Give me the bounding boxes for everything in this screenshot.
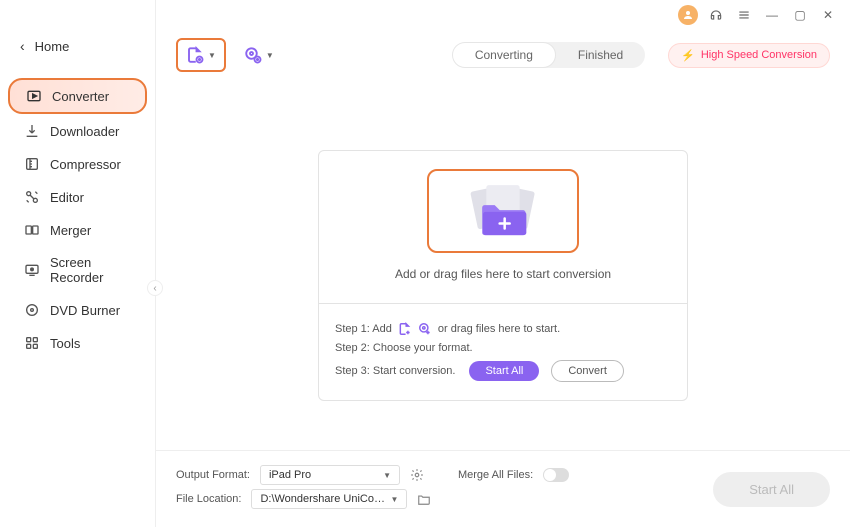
file-location-select[interactable]: D:\Wondershare UniConverter 1 ▼: [251, 489, 407, 509]
open-folder-icon[interactable]: [417, 492, 431, 506]
output-format-label: Output Format:: [176, 469, 250, 481]
chevron-down-icon: ▼: [390, 495, 398, 504]
merge-toggle[interactable]: [543, 468, 569, 482]
output-format-select[interactable]: iPad Pro ▼: [260, 465, 400, 485]
sidebar-item-label: DVD Burner: [50, 303, 120, 318]
drop-zone[interactable]: [427, 169, 579, 253]
add-dvd-icon: [244, 46, 262, 64]
drop-panel: Add or drag files here to start conversi…: [318, 150, 688, 304]
settings-icon[interactable]: [410, 468, 424, 482]
back-icon: ‹: [20, 38, 25, 54]
sidebar-item-label: Compressor: [50, 157, 121, 172]
tab-converting[interactable]: Converting: [452, 42, 556, 68]
dvd-burner-icon: [24, 302, 40, 318]
menu-icon[interactable]: [734, 5, 754, 25]
main-area: — ▢ ✕ ▼ ▼ Converting Finished ⚡ High Spe…: [156, 0, 850, 527]
editor-icon: [24, 189, 40, 205]
lightning-icon: ⚡: [681, 49, 695, 62]
sidebar-item-merger[interactable]: Merger: [8, 214, 147, 246]
add-file-mini-icon[interactable]: [398, 322, 412, 336]
step-3: Step 3: Start conversion. Start All Conv…: [335, 360, 671, 382]
sidebar-item-label: Tools: [50, 336, 80, 351]
close-icon[interactable]: ✕: [818, 5, 838, 25]
sidebar: ‹ Home Converter Downloader Compressor E…: [0, 0, 156, 527]
chevron-down-icon: ▼: [383, 471, 391, 480]
sidebar-item-label: Editor: [50, 190, 84, 205]
folder-plus-icon: [453, 181, 553, 241]
high-speed-badge[interactable]: ⚡ High Speed Conversion: [668, 43, 830, 68]
screen-recorder-icon: [24, 262, 40, 278]
tools-icon: [24, 335, 40, 351]
downloader-icon: [24, 123, 40, 139]
compressor-icon: [24, 156, 40, 172]
high-speed-label: High Speed Conversion: [701, 49, 817, 61]
sidebar-item-converter[interactable]: Converter: [8, 78, 147, 114]
step-2: Step 2: Choose your format.: [335, 342, 671, 354]
file-location-value: D:\Wondershare UniConverter 1: [260, 493, 390, 505]
add-file-button[interactable]: ▼: [176, 38, 226, 72]
add-file-icon: [186, 46, 204, 64]
file-location-label: File Location:: [176, 493, 241, 505]
sidebar-item-compressor[interactable]: Compressor: [8, 148, 147, 180]
titlebar: — ▢ ✕: [156, 0, 850, 30]
minimize-icon[interactable]: —: [762, 5, 782, 25]
sidebar-item-label: Converter: [52, 89, 109, 104]
sidebar-item-label: Screen Recorder: [50, 255, 131, 285]
content: Add or drag files here to start conversi…: [156, 80, 850, 450]
output-format-value: iPad Pro: [269, 469, 311, 481]
steps-panel: Step 1: Add or drag files here to start.…: [318, 304, 688, 401]
home-back[interactable]: ‹ Home: [0, 30, 155, 62]
merge-label: Merge All Files:: [458, 469, 533, 481]
step-1-text-a: Step 1: Add: [335, 323, 392, 335]
chevron-down-icon: ▼: [208, 51, 216, 60]
drop-label: Add or drag files here to start conversi…: [395, 267, 611, 281]
step-1-text-b: or drag files here to start.: [438, 323, 560, 335]
sidebar-item-dvd-burner[interactable]: DVD Burner: [8, 294, 147, 326]
start-all-button[interactable]: Start All: [469, 361, 539, 381]
sidebar-item-label: Downloader: [50, 124, 119, 139]
add-dvd-button[interactable]: ▼: [236, 40, 282, 70]
home-label: Home: [35, 39, 70, 54]
step-2-text: Step 2: Choose your format.: [335, 342, 473, 354]
merger-icon: [24, 222, 40, 238]
sidebar-item-downloader[interactable]: Downloader: [8, 115, 147, 147]
chevron-down-icon: ▼: [266, 51, 274, 60]
convert-button[interactable]: Convert: [551, 360, 624, 382]
toolbar: ▼ ▼ Converting Finished ⚡ High Speed Con…: [156, 30, 850, 80]
sidebar-item-screen-recorder[interactable]: Screen Recorder: [8, 247, 147, 293]
start-all-main-button[interactable]: Start All: [713, 472, 830, 507]
maximize-icon[interactable]: ▢: [790, 5, 810, 25]
tab-finished[interactable]: Finished: [556, 42, 645, 68]
step-1: Step 1: Add or drag files here to start.: [335, 322, 671, 336]
sidebar-item-tools[interactable]: Tools: [8, 327, 147, 359]
user-avatar-icon[interactable]: [678, 5, 698, 25]
add-dvd-mini-icon[interactable]: [418, 322, 432, 336]
step-3-text: Step 3: Start conversion.: [335, 365, 455, 377]
headset-icon[interactable]: [706, 5, 726, 25]
sidebar-item-label: Merger: [50, 223, 91, 238]
sidebar-item-editor[interactable]: Editor: [8, 181, 147, 213]
tab-segment: Converting Finished: [452, 42, 645, 68]
converter-icon: [26, 88, 42, 104]
